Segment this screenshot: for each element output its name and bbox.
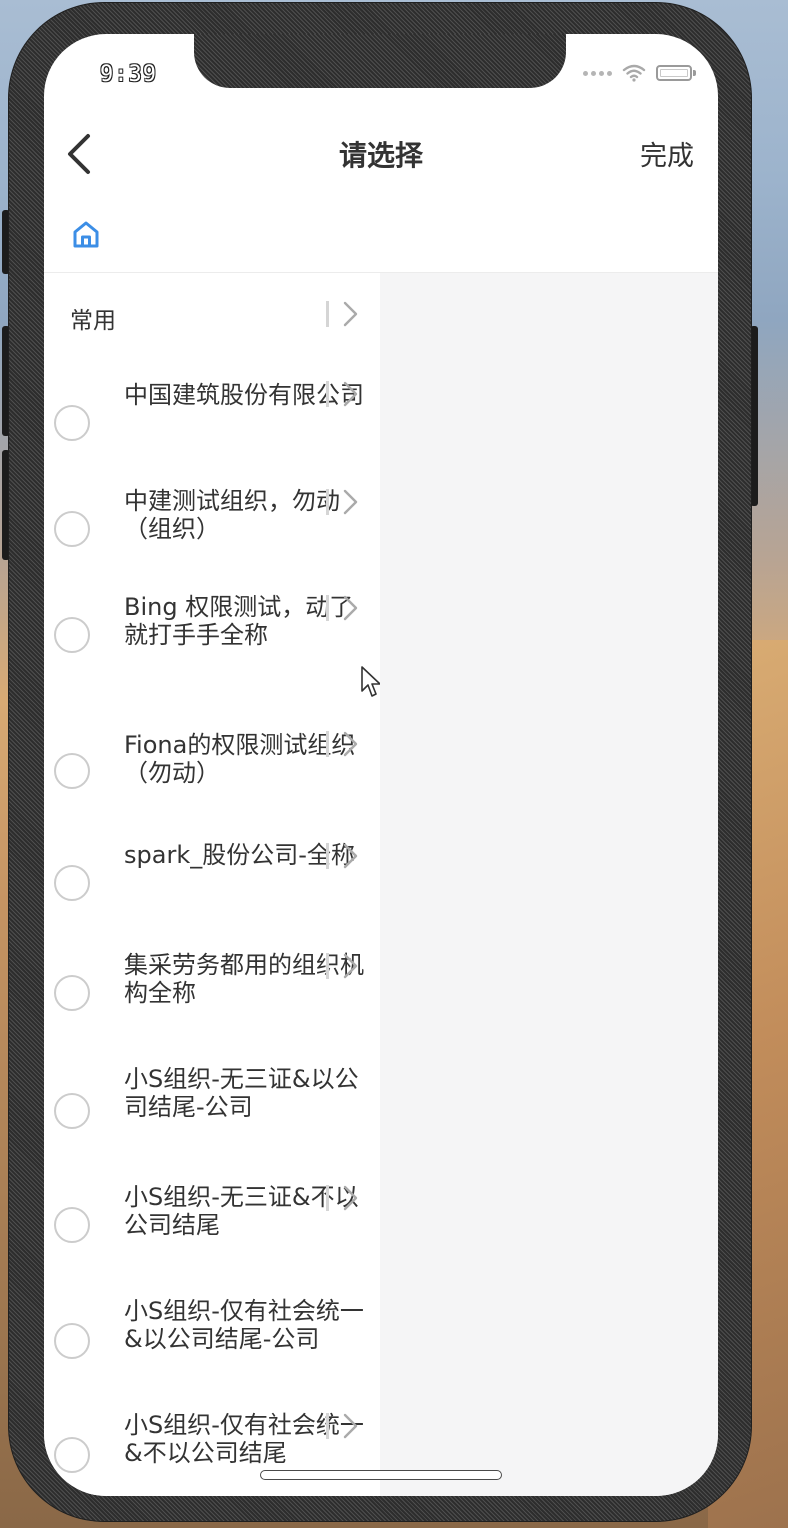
radio-button[interactable] xyxy=(54,1093,90,1129)
list-item[interactable]: 小S组织-仅有社会统一&以公司结尾-公司 xyxy=(44,1297,380,1389)
radio-button[interactable] xyxy=(54,405,90,441)
navigation-bar: 请选择 完成 xyxy=(44,122,718,184)
home-icon[interactable] xyxy=(70,218,102,250)
mouse-cursor-icon xyxy=(361,666,380,697)
list-item[interactable]: spark_股份公司-全称 xyxy=(44,841,380,933)
wifi-icon xyxy=(622,64,646,82)
divider xyxy=(326,595,329,621)
list-item-label: Bing 权限测试，动了就打手手全称 xyxy=(124,593,354,649)
list-item[interactable]: Fiona的权限测试组织（勿动） xyxy=(44,729,380,821)
done-button[interactable]: 完成 xyxy=(640,134,694,173)
sub-org-panel xyxy=(380,273,718,1496)
chevron-right-icon[interactable] xyxy=(340,953,360,979)
chevron-right-icon[interactable] xyxy=(340,1185,360,1211)
radio-button[interactable] xyxy=(54,1437,90,1473)
list-item[interactable]: 小S组织-无三证&以公司结尾-公司 xyxy=(44,1063,380,1163)
common-label: 常用 xyxy=(70,308,116,334)
list-item[interactable]: 中国建筑股份有限公司 xyxy=(44,377,380,469)
list-item-label: spark_股份公司-全称 xyxy=(124,841,355,869)
radio-button[interactable] xyxy=(54,975,90,1011)
divider xyxy=(326,1185,329,1211)
list-item-label: 小S组织-仅有社会统一&以公司结尾-公司 xyxy=(124,1297,364,1353)
status-time: 9:39 xyxy=(100,62,157,87)
org-list-panel: 常用 中国建筑股份有限公司 中建测试组织，勿动（组织） Bing 权限测试，动了… xyxy=(44,273,380,1496)
home-indicator xyxy=(260,1470,502,1480)
radio-button[interactable] xyxy=(54,1207,90,1243)
list-item[interactable]: 小S组织-无三证&不以公司结尾 xyxy=(44,1183,380,1275)
radio-button[interactable] xyxy=(54,865,90,901)
divider xyxy=(326,1413,329,1439)
signal-dots-icon xyxy=(583,70,612,76)
list-item-label: 中国建筑股份有限公司 xyxy=(124,381,364,409)
divider xyxy=(326,953,329,979)
chevron-right-icon[interactable] xyxy=(340,843,360,869)
list-item[interactable]: 小S组织-仅有社会统一&不以公司结尾 xyxy=(44,1411,380,1496)
list-item-label: Fiona的权限测试组织（勿动） xyxy=(124,731,356,787)
radio-button[interactable] xyxy=(54,617,90,653)
divider xyxy=(326,489,329,515)
divider xyxy=(326,843,329,869)
chevron-right-icon[interactable] xyxy=(340,301,360,327)
list-item[interactable]: 中建测试组织，勿动（组织） xyxy=(44,485,380,577)
page-title: 请选择 xyxy=(338,139,423,172)
status-icons xyxy=(583,64,696,82)
list-item[interactable]: 集采劳务都用的组织机构全称 xyxy=(44,951,380,1043)
chevron-right-icon[interactable] xyxy=(340,1413,360,1439)
notch xyxy=(194,34,566,88)
app-screen: 9:39 请选择 完成 常用 中国建筑股份有限公司 中建测试组织，勿动（组织） … xyxy=(44,34,718,1496)
radio-button[interactable] xyxy=(54,753,90,789)
radio-button[interactable] xyxy=(54,511,90,547)
divider xyxy=(326,731,329,757)
list-item-common[interactable]: 常用 xyxy=(44,273,380,357)
chevron-right-icon[interactable] xyxy=(340,731,360,757)
list-item-label: 集采劳务都用的组织机构全称 xyxy=(124,951,364,1007)
breadcrumb xyxy=(44,202,718,273)
chevron-right-icon[interactable] xyxy=(340,489,360,515)
list-item[interactable]: Bing 权限测试，动了就打手手全称 xyxy=(44,591,380,707)
chevron-right-icon[interactable] xyxy=(340,381,360,407)
list-item-label: 中建测试组织，勿动（组织） xyxy=(124,487,340,543)
radio-button[interactable] xyxy=(54,1323,90,1359)
chevron-right-icon[interactable] xyxy=(340,595,360,621)
list-item-label: 小S组织-无三证&以公司结尾-公司 xyxy=(124,1065,359,1121)
list-item-label: 小S组织-无三证&不以公司结尾 xyxy=(124,1183,359,1239)
divider xyxy=(326,301,329,327)
battery-icon xyxy=(656,65,696,81)
divider xyxy=(326,381,329,407)
list-item-label: 小S组织-仅有社会统一&不以公司结尾 xyxy=(124,1411,364,1467)
